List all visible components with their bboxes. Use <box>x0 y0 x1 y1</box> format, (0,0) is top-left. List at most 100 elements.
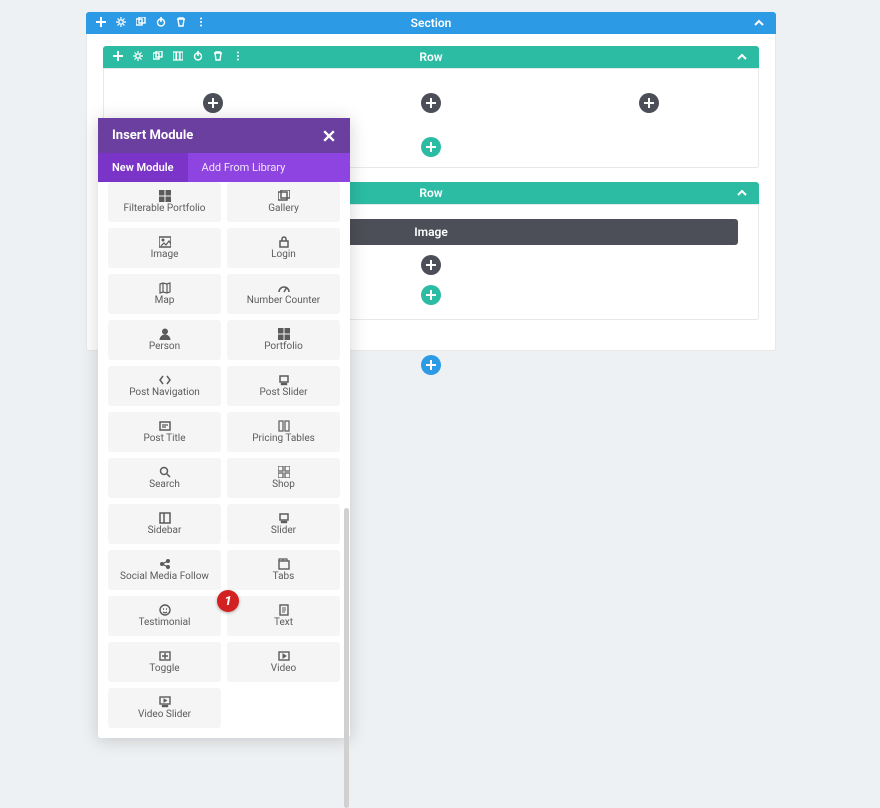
gear-icon[interactable] <box>116 17 126 30</box>
column <box>322 93 540 113</box>
add-module-button[interactable] <box>203 93 223 113</box>
add-section-button[interactable] <box>421 355 441 375</box>
menu-icon[interactable] <box>196 17 206 30</box>
module-grid: Filterable Portfolio Gallery Image Login Map… <box>98 182 350 738</box>
module-option-social-media-follow[interactable]: Social Media Follow <box>108 550 221 590</box>
columns-icon[interactable] <box>173 51 183 64</box>
module-option-number-counter[interactable]: Number Counter <box>227 274 340 314</box>
module-option-label: Post Slider <box>260 388 308 398</box>
trash-icon[interactable] <box>176 17 186 30</box>
module-option-label: Video Slider <box>138 710 191 720</box>
module-option-label: Gallery <box>268 204 299 214</box>
images-icon <box>278 190 290 202</box>
modal-tabs: New Module Add From Library <box>98 153 350 182</box>
add-module-button[interactable] <box>421 255 441 275</box>
row-collapse-button[interactable] <box>735 186 749 200</box>
tab-new-module[interactable]: New Module <box>98 153 188 182</box>
module-option-pricing-tables[interactable]: Pricing Tables <box>227 412 340 452</box>
social-icon <box>159 558 171 570</box>
module-option-label: Slider <box>271 526 296 536</box>
menu-icon[interactable] <box>233 51 243 64</box>
power-icon[interactable] <box>193 51 203 64</box>
tab-add-from-library[interactable]: Add From Library <box>188 153 300 182</box>
module-option-post-navigation[interactable]: Post Navigation <box>108 366 221 406</box>
module-option-label: Login <box>271 250 296 260</box>
section-bar[interactable]: Section <box>86 12 776 34</box>
toggle-icon <box>159 650 171 662</box>
module-option-person[interactable]: Person <box>108 320 221 360</box>
module-option-label: Filterable Portfolio <box>123 204 205 214</box>
map-icon <box>159 282 171 294</box>
annotation-badge: 1 <box>217 590 239 612</box>
add-module-button[interactable] <box>421 93 441 113</box>
row-collapse-button[interactable] <box>735 50 749 64</box>
modal-close-button[interactable] <box>322 129 336 143</box>
section-toolbar <box>96 17 206 30</box>
speed-icon <box>278 282 290 294</box>
module-option-image[interactable]: Image <box>108 228 221 268</box>
module-label: Image <box>414 225 448 239</box>
video-icon <box>278 650 290 662</box>
gear-icon[interactable] <box>133 51 143 64</box>
module-option-login[interactable]: Login <box>227 228 340 268</box>
add-icon[interactable] <box>96 17 106 30</box>
text-icon <box>278 604 290 616</box>
add-module-button[interactable] <box>639 93 659 113</box>
duplicate-icon[interactable] <box>136 17 146 30</box>
module-option-filterable-portfolio[interactable]: Filterable Portfolio <box>108 182 221 222</box>
module-option-label: Toggle <box>149 664 179 674</box>
module-option-label: Post Title <box>143 434 185 444</box>
module-option-label: Text <box>274 618 293 628</box>
trash-icon[interactable] <box>213 51 223 64</box>
module-option-label: Social Media Follow <box>120 572 209 582</box>
module-option-search[interactable]: Search <box>108 458 221 498</box>
module-option-text[interactable]: Text1 <box>227 596 340 636</box>
row-toolbar <box>113 51 243 64</box>
module-option-label: Shop <box>272 480 295 490</box>
module-option-video-slider[interactable]: Video Slider <box>108 688 221 728</box>
module-option-video[interactable]: Video <box>227 642 340 682</box>
module-option-tabs[interactable]: Tabs <box>227 550 340 590</box>
modal-title: Insert Module <box>112 128 193 143</box>
module-option-label: Video <box>271 664 296 674</box>
module-option-post-title[interactable]: Post Title <box>108 412 221 452</box>
add-icon[interactable] <box>113 51 123 64</box>
row-bar[interactable]: Row <box>103 46 759 68</box>
module-option-testimonial[interactable]: Testimonial <box>108 596 221 636</box>
column <box>540 93 758 113</box>
module-option-label: Tabs <box>273 572 295 582</box>
videoslider-icon <box>159 696 171 708</box>
module-option-map[interactable]: Map <box>108 274 221 314</box>
module-option-toggle[interactable]: Toggle <box>108 642 221 682</box>
module-option-label: Person <box>149 342 180 352</box>
module-option-label: Map <box>155 296 175 306</box>
module-option-label: Sidebar <box>148 526 182 536</box>
module-option-post-slider[interactable]: Post Slider <box>227 366 340 406</box>
module-option-shop[interactable]: Shop <box>227 458 340 498</box>
title-icon <box>159 420 171 432</box>
add-row-button[interactable] <box>421 137 441 157</box>
module-option-sidebar[interactable]: Sidebar <box>108 504 221 544</box>
duplicate-icon[interactable] <box>153 51 163 64</box>
tabs-icon <box>278 558 290 570</box>
module-option-gallery[interactable]: Gallery <box>227 182 340 222</box>
add-row-button[interactable] <box>421 285 441 305</box>
module-option-slider[interactable]: Slider <box>227 504 340 544</box>
scrollbar[interactable] <box>344 508 349 808</box>
module-option-portfolio[interactable]: Portfolio <box>227 320 340 360</box>
sidebar-icon <box>159 512 171 524</box>
module-option-label: Post Navigation <box>129 388 200 398</box>
module-option-label: Testimonial <box>139 618 191 628</box>
image-icon <box>159 236 171 248</box>
pricing-icon <box>278 420 290 432</box>
module-option-label: Pricing Tables <box>252 434 315 444</box>
power-icon[interactable] <box>156 17 166 30</box>
shop-icon <box>278 466 290 478</box>
lock-icon <box>278 236 290 248</box>
module-option-label: Portfolio <box>264 342 303 352</box>
section-collapse-button[interactable] <box>752 16 766 30</box>
module-option-label: Search <box>149 480 180 490</box>
slider-icon <box>278 512 290 524</box>
modal-header: Insert Module <box>98 118 350 153</box>
module-option-label: Image <box>151 250 179 260</box>
